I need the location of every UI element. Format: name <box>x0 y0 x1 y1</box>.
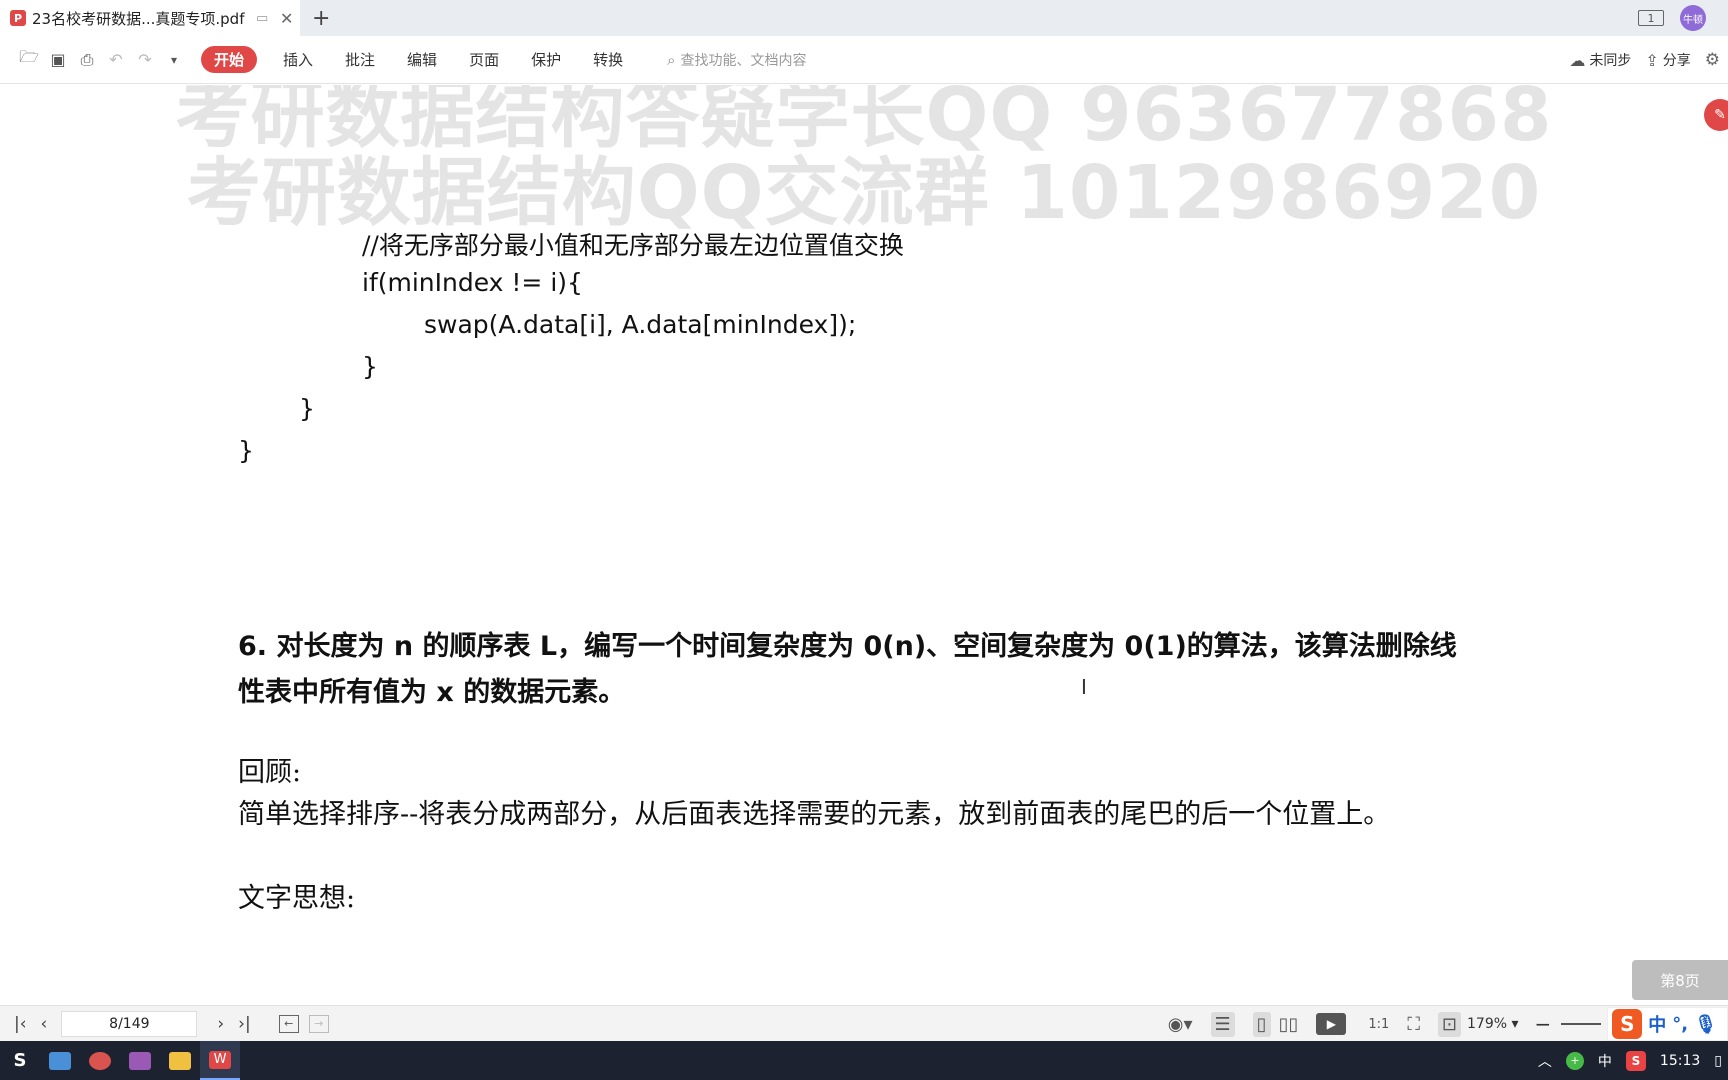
tab-protect[interactable]: 保护 <box>531 49 561 70</box>
back-view-icon[interactable]: ← <box>278 1014 299 1033</box>
start-menu-icon[interactable]: S <box>0 1041 40 1080</box>
tab-start[interactable]: 开始 <box>201 46 258 73</box>
tab-insert[interactable]: 插入 <box>283 49 313 70</box>
sogou-logo-icon: S <box>1612 1009 1643 1039</box>
plus-icon[interactable]: + <box>312 6 330 31</box>
open-folder-icon[interactable]: 🗁 <box>16 47 42 73</box>
continuous-scroll-icon[interactable]: ☰ <box>1210 1011 1235 1037</box>
tray-ime-indicator[interactable]: 中 <box>1598 1051 1612 1071</box>
document-tab[interactable]: P 23名校考研数据...真题专项.pdf ▭ ✕ <box>0 0 300 36</box>
notification-icon[interactable]: ▯ <box>1714 1053 1722 1069</box>
avatar[interactable]: 牛顿 <box>1680 5 1706 31</box>
next-page-icon[interactable]: › <box>217 1014 224 1034</box>
share-icon: ⇪ <box>1645 50 1659 70</box>
window-layout-icon[interactable]: 1 <box>1638 10 1664 26</box>
question-text: 6. 对长度为 n 的顺序表 L，编写一个时间复杂度为 0(n)、空间复杂度为 … <box>238 631 1457 708</box>
code-brace-3: } <box>238 436 254 465</box>
pin-icon[interactable]: ▭ <box>256 11 268 26</box>
close-tab-icon[interactable]: ✕ <box>280 9 293 28</box>
image-viewer-icon[interactable] <box>120 1041 160 1080</box>
code-comment: //将无序部分最小值和无序部分最左边位置值交换 <box>362 231 904 260</box>
search-placeholder: 查找功能、文档内容 <box>680 52 807 69</box>
tab-annotate[interactable]: 批注 <box>345 49 375 70</box>
first-page-icon[interactable]: |‹ <box>14 1014 27 1034</box>
play-slideshow-icon[interactable]: ▶ <box>1316 1013 1347 1035</box>
tray-app-icon[interactable]: + <box>1565 1051 1584 1070</box>
share-label: 分享 <box>1662 53 1691 69</box>
file-explorer-icon[interactable] <box>160 1041 200 1080</box>
sync-label: 未同步 <box>1589 53 1632 69</box>
tab-title: 23名校考研数据...真题专项.pdf <box>32 9 245 28</box>
fit-page-icon[interactable]: ⛶ <box>1407 1014 1420 1035</box>
wps-app-icon[interactable]: W <box>200 1041 240 1080</box>
screenshot-app-icon[interactable] <box>80 1041 120 1080</box>
main-toolbar: 🗁 ▣ ⎙ ↶ ↷ ▾ 开始 插入 批注 编辑 页面 保护 转换 ⌕ 查找功能、… <box>0 36 1728 84</box>
search-icon: ⌕ <box>667 50 676 69</box>
tab-convert[interactable]: 转换 <box>593 49 623 70</box>
tab-page[interactable]: 页面 <box>469 49 499 70</box>
tab-edit[interactable]: 编辑 <box>407 49 437 70</box>
zoom-out-icon[interactable]: − <box>1535 1012 1552 1036</box>
eye-protection-icon[interactable]: ◉▾ <box>1168 1014 1193 1035</box>
float-assistant-icon[interactable]: ✎ <box>1704 99 1728 131</box>
sogou-ime-bar[interactable]: S 中 °, 🎙 <box>1607 1007 1728 1041</box>
prev-page-icon[interactable]: ‹ <box>41 1014 48 1034</box>
code-line-swap: swap(A.data[i], A.data[minIndex]); <box>424 310 857 339</box>
gear-icon[interactable]: ⚙ <box>1705 50 1720 70</box>
save-icon[interactable]: ▣ <box>45 47 71 73</box>
print-icon[interactable]: ⎙ <box>74 47 100 73</box>
share-button[interactable]: ⇪ 分享 <box>1645 50 1690 70</box>
tray-sogou-icon[interactable]: S <box>1625 1050 1646 1071</box>
last-page-icon[interactable]: ›| <box>238 1014 251 1034</box>
undo-icon[interactable]: ↶ <box>103 47 129 73</box>
page-number-input[interactable]: 8/149 <box>61 1010 198 1037</box>
fit-width-icon[interactable]: ⊡ <box>1437 1011 1462 1037</box>
two-page-icon[interactable]: ▯▯ <box>1279 1014 1299 1035</box>
thought-label: 文字思想: <box>238 883 356 914</box>
cloud-icon: ☁ <box>1569 50 1586 70</box>
code-line-if: if(minIndex != i){ <box>362 268 583 297</box>
actual-size-icon[interactable]: 1:1 <box>1368 1017 1389 1032</box>
zoom-slider[interactable] <box>1561 1023 1602 1025</box>
title-bar: P 23名校考研数据...真题专项.pdf ▭ ✕ + 1 牛顿 <box>0 0 1728 36</box>
review-text: 简单选择排序--将表分成两部分，从后面表选择需要的元素，放到前面表的尾巴的后一个… <box>238 799 1391 830</box>
redo-icon[interactable]: ↷ <box>132 47 158 73</box>
watermark-line-2: 考研数据结构QQ交流群 1012986920 <box>186 150 1542 236</box>
document-view[interactable]: 考研数据结构答疑学长QQ 963677868 考研数据结构QQ交流群 10129… <box>0 85 1728 1005</box>
search-input[interactable]: ⌕ 查找功能、文档内容 <box>667 50 806 70</box>
system-tray: ︿ + 中 S 15:13 ▯ <box>1538 1041 1728 1080</box>
ime-punct[interactable]: °, <box>1672 1014 1688 1035</box>
menu-tabs: 开始 插入 批注 编辑 页面 保护 转换 <box>201 46 655 73</box>
os-taskbar: S W ︿ + 中 S 15:13 ▯ <box>0 1041 1728 1080</box>
forward-view-icon[interactable]: → <box>308 1014 329 1033</box>
clock[interactable]: 15:13 <box>1660 1053 1700 1069</box>
more-dropdown-icon[interactable]: ▾ <box>161 47 187 73</box>
status-bar: |‹ ‹ 8/149 › ›| ← → ◉▾ ☰ ▯ ▯▯ ▶ 1:1 ⛶ ⊡ … <box>0 1005 1728 1041</box>
tray-expand-icon[interactable]: ︿ <box>1538 1051 1552 1071</box>
page-badge: 第8页 <box>1632 960 1728 1000</box>
single-page-icon[interactable]: ▯ <box>1252 1011 1271 1037</box>
desktop-app-icon[interactable] <box>40 1041 80 1080</box>
ime-mode[interactable]: 中 <box>1648 1011 1666 1037</box>
code-brace-2: } <box>299 394 315 423</box>
review-label: 回顾: <box>238 757 302 788</box>
sync-button[interactable]: ☁ 未同步 <box>1569 50 1631 70</box>
microphone-icon[interactable]: 🎙 <box>1694 1014 1717 1035</box>
zoom-level[interactable]: 179% ▾ <box>1467 1016 1519 1032</box>
code-brace-1: } <box>362 352 378 381</box>
pdf-icon: P <box>10 10 26 26</box>
